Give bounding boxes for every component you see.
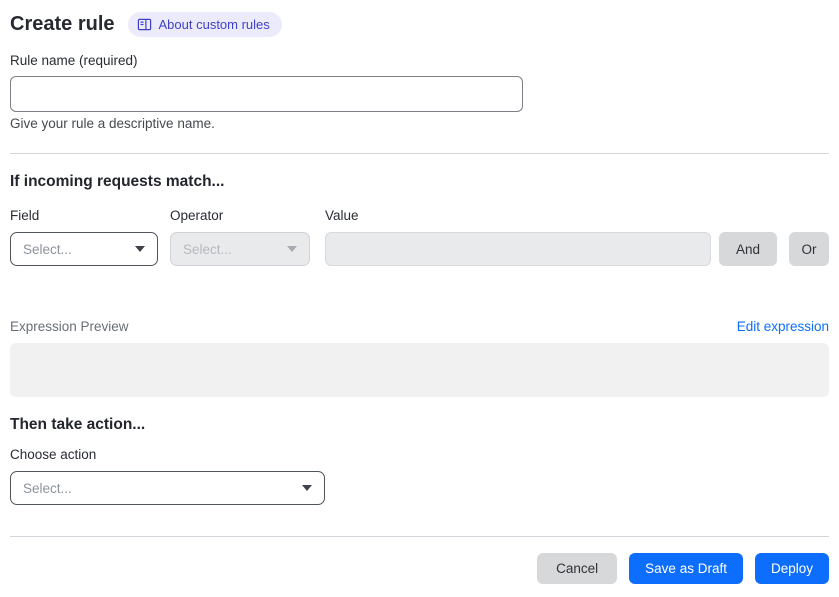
choose-action-select[interactable]: Select... <box>10 471 325 505</box>
field-select-value: Select... <box>23 241 72 257</box>
save-as-draft-button[interactable]: Save as Draft <box>629 553 743 584</box>
edit-expression-link[interactable]: Edit expression <box>737 318 829 335</box>
cancel-button[interactable]: Cancel <box>537 553 618 584</box>
rule-name-group: Rule name (required) Give your rule a de… <box>10 53 829 132</box>
and-button[interactable]: And <box>719 232 777 266</box>
field-label: Field <box>10 208 40 223</box>
action-section-heading: Then take action... <box>10 416 146 433</box>
divider-bottom <box>10 536 829 537</box>
choose-action-label: Choose action <box>10 447 97 462</box>
operator-label: Operator <box>170 208 224 223</box>
value-label: Value <box>325 208 359 223</box>
page-title: Create rule <box>10 13 115 35</box>
expression-preview-box <box>10 343 829 397</box>
chevron-down-icon <box>135 246 145 252</box>
divider-top <box>10 153 829 154</box>
footer-actions: Cancel Save as Draft Deploy <box>10 553 829 584</box>
choose-action-value: Select... <box>23 480 72 496</box>
expression-preview-label: Expression Preview <box>10 319 129 334</box>
match-section-heading: If incoming requests match... <box>10 173 225 190</box>
chevron-down-icon <box>302 485 312 491</box>
match-controls-row: Select... Select... And Or <box>10 232 829 266</box>
or-button[interactable]: Or <box>789 232 829 266</box>
expression-preview-row: Expression Preview Edit expression <box>10 318 829 335</box>
create-rule-form: Create rule About custom rules Rule name… <box>0 0 839 584</box>
rule-name-helper: Give your rule a descriptive name. <box>10 116 215 131</box>
header: Create rule About custom rules <box>10 10 829 38</box>
field-select[interactable]: Select... <box>10 232 158 266</box>
match-labels-row: Field Operator Value <box>10 208 829 224</box>
book-icon <box>137 17 152 32</box>
value-input[interactable] <box>325 232 711 266</box>
rule-name-input[interactable] <box>10 76 523 112</box>
operator-select[interactable]: Select... <box>170 232 310 266</box>
about-badge-label: About custom rules <box>158 16 270 32</box>
operator-select-value: Select... <box>183 241 232 257</box>
deploy-button[interactable]: Deploy <box>754 553 829 584</box>
chevron-down-icon <box>287 246 297 252</box>
about-custom-rules-badge[interactable]: About custom rules <box>127 11 282 37</box>
rule-name-label: Rule name (required) <box>10 53 138 68</box>
